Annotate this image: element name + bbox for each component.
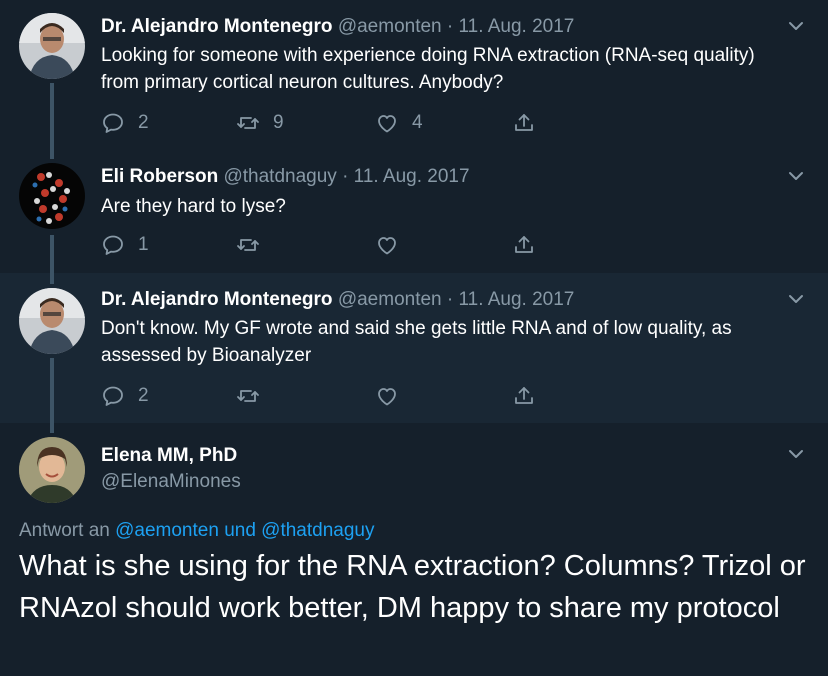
tweet-text: Are they hard to lyse? [101, 196, 286, 217]
share-icon [515, 236, 533, 253]
author-name[interactable]: Eli Roberson [101, 166, 218, 187]
author-handle[interactable]: @aemonten [338, 289, 442, 310]
thread-line [50, 235, 54, 273]
retweet-button[interactable]: 9 [236, 110, 284, 136]
reply-user-link[interactable]: @thatdnaguy [261, 520, 374, 541]
share-icon [515, 114, 533, 131]
author-name[interactable]: Elena MM, PhD [101, 445, 237, 467]
thread-line [50, 273, 54, 284]
thread-line [50, 423, 54, 433]
like-icon [378, 115, 396, 133]
focused-tweet[interactable]: Elena MM, PhD @ElenaMinones Antwort an @… [0, 423, 828, 676]
tweet-3[interactable]: Dr. Alejandro Montenegro @aemonten · 11.… [0, 273, 828, 423]
reply-count: 2 [138, 385, 149, 406]
tweet-header: Eli Roberson @thatdnaguy · 11. Aug. 2017 [101, 165, 470, 189]
tweet-actions: 2 9 4 [101, 110, 551, 136]
tweet-header: Dr. Alejandro Montenegro @aemonten · 11.… [101, 288, 574, 312]
avatar[interactable] [19, 288, 85, 354]
reply-and[interactable]: und [224, 520, 256, 541]
reply-user-link[interactable]: @aemonten [115, 520, 219, 541]
avatar[interactable] [19, 163, 85, 229]
tweet-actions: 1 [101, 232, 551, 258]
tweet-date[interactable]: · 11. Aug. 2017 [447, 289, 574, 310]
tweet-date[interactable]: · 11. Aug. 2017 [447, 16, 574, 37]
thread-line [50, 148, 54, 159]
reply-button[interactable]: 2 [101, 383, 149, 409]
focused-tweet-text: What is she using for the RNA extraction… [19, 550, 806, 624]
author-handle[interactable]: @thatdnaguy [223, 166, 336, 187]
like-icon [378, 237, 396, 255]
tweet-header: Dr. Alejandro Montenegro @aemonten · 11.… [101, 15, 574, 39]
share-button[interactable] [512, 232, 536, 258]
chevron-down-icon[interactable] [786, 16, 806, 36]
reply-count: 2 [138, 112, 149, 133]
retweet-icon [237, 117, 259, 129]
avatar[interactable] [19, 437, 85, 503]
retweet-button[interactable] [236, 383, 260, 409]
share-button[interactable] [512, 110, 536, 136]
like-button[interactable]: 4 [375, 110, 423, 136]
reply-count: 1 [138, 234, 149, 255]
reply-icon [103, 235, 123, 255]
replying-to: Antwort an @aemonten und @thatdnaguy [19, 520, 375, 542]
tweet-text: Don't know. My GF wrote and said she get… [101, 318, 732, 366]
retweet-icon [237, 390, 259, 402]
thread-line [50, 83, 54, 148]
tweet-text: Looking for someone with experience doin… [101, 45, 755, 93]
retweet-count: 9 [273, 112, 284, 133]
share-icon [515, 387, 533, 404]
author-handle[interactable]: @ElenaMinones [101, 471, 241, 493]
like-button[interactable] [375, 232, 399, 258]
like-count: 4 [412, 112, 423, 133]
reply-button[interactable]: 1 [101, 232, 149, 258]
chevron-down-icon[interactable] [786, 289, 806, 309]
like-button[interactable] [375, 383, 399, 409]
author-name[interactable]: Dr. Alejandro Montenegro [101, 16, 333, 37]
author-name[interactable]: Dr. Alejandro Montenegro [101, 289, 333, 310]
tweet-1[interactable]: Dr. Alejandro Montenegro @aemonten · 11.… [0, 0, 828, 148]
chevron-down-icon[interactable] [786, 444, 806, 464]
reply-button[interactable]: 2 [101, 110, 149, 136]
thread-line [50, 358, 54, 423]
chevron-down-icon[interactable] [786, 166, 806, 186]
tweet-date[interactable]: · 11. Aug. 2017 [342, 166, 469, 187]
reply-icon [103, 113, 123, 133]
tweet-actions: 2 [101, 383, 551, 409]
reply-prefix: Antwort an [19, 520, 110, 541]
retweet-button[interactable] [236, 232, 260, 258]
avatar[interactable] [19, 13, 85, 79]
like-icon [378, 388, 396, 406]
reply-icon [103, 386, 123, 406]
retweet-icon [237, 239, 259, 251]
author-handle[interactable]: @aemonten [338, 16, 442, 37]
share-button[interactable] [512, 383, 536, 409]
tweet-2[interactable]: Eli Roberson @thatdnaguy · 11. Aug. 2017… [0, 148, 828, 273]
